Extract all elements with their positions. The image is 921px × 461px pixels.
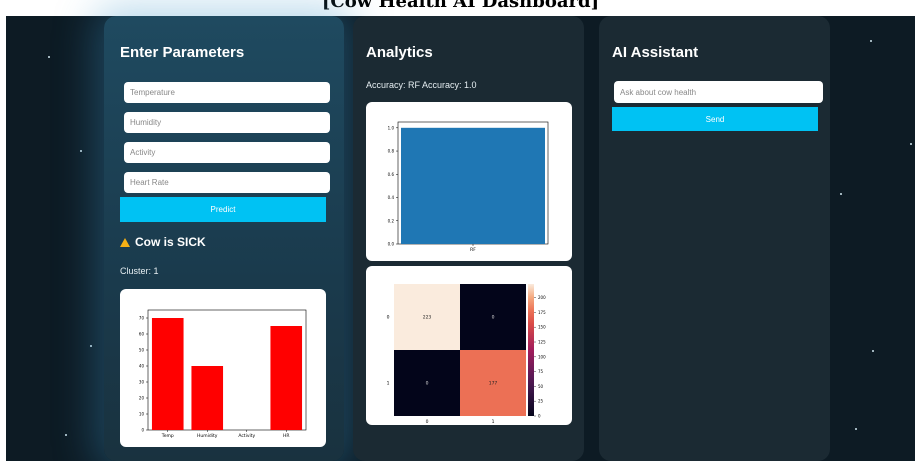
y-tick-label: 0.6 — [388, 172, 395, 177]
parameters-title: Enter Parameters — [120, 44, 245, 61]
x-tick-label: Activity — [238, 433, 255, 439]
colorbar-tick-label: 25 — [538, 399, 544, 404]
assistant-title: AI Assistant — [612, 44, 699, 61]
y-tick-label: 70 — [139, 316, 145, 321]
x-tick-label: RF — [470, 247, 476, 253]
accuracy-label: Accuracy: RF Accuracy: 1.0 — [366, 80, 477, 90]
activity-input[interactable] — [124, 142, 330, 163]
window-title-bar: [Cow Health AI Dashboard] — [0, 0, 921, 16]
bar-humidity — [191, 366, 224, 430]
colorbar — [528, 284, 534, 416]
x-tick-label: 0 — [426, 419, 429, 425]
colorbar-tick-label: 150 — [538, 325, 546, 330]
temperature-input[interactable] — [124, 82, 330, 103]
heart-rate-input[interactable] — [124, 172, 330, 193]
x-tick-label: Humidity — [197, 433, 218, 439]
y-tick-label: 0.0 — [388, 242, 395, 247]
predict-button[interactable]: Predict — [120, 197, 326, 222]
warning-icon — [120, 237, 130, 247]
cluster-label: Cluster: 1 — [120, 266, 159, 276]
send-button[interactable]: Send — [612, 107, 818, 131]
heatmap-cell-label: 0 — [492, 315, 495, 321]
heatmap-cell-label: 177 — [489, 381, 498, 387]
x-tick-label: 1 — [492, 419, 495, 425]
star-decoration — [872, 350, 874, 352]
confusion-matrix-card: 223 0 0 177 0 1 0 1 0 25 50 75 100 125 150 175 200 — [366, 266, 572, 425]
star-decoration — [910, 143, 912, 145]
colorbar-tick-label: 50 — [538, 384, 544, 389]
y-tick-label: 30 — [139, 380, 145, 385]
colorbar-tick-label: 75 — [538, 369, 544, 374]
star-decoration — [80, 150, 82, 152]
confusion-matrix-heatmap: 223 0 0 177 0 1 0 1 0 25 50 75 100 125 150 175 200 — [387, 284, 546, 425]
page-title: [Cow Health AI Dashboard] — [321, 0, 600, 12]
heatmap-cell-label: 223 — [423, 315, 432, 321]
x-tick-label: Temp — [161, 433, 174, 439]
accuracy-bar-chart-card: 0.0 0.2 0.4 0.6 0.8 1.0 RF — [366, 102, 572, 261]
colorbar-tick-label: 175 — [538, 310, 546, 315]
humidity-input[interactable] — [124, 112, 330, 133]
accuracy-bar-chart: 0.0 0.2 0.4 0.6 0.8 1.0 RF — [388, 121, 549, 253]
y-tick-label: 1 — [387, 381, 390, 387]
y-tick-label: 0.4 — [388, 195, 395, 200]
y-tick-label: 40 — [139, 364, 145, 369]
star-decoration — [65, 434, 67, 436]
star-decoration — [840, 193, 842, 195]
colorbar-tick-label: 0 — [538, 414, 541, 419]
x-tick-label: HR — [283, 433, 290, 439]
heatmap-cell-label: 0 — [426, 381, 429, 387]
colorbar-tick-label: 200 — [538, 295, 546, 300]
bar-hr — [270, 326, 303, 430]
frame-border-left — [0, 16, 6, 461]
colorbar-tick-label: 100 — [538, 354, 546, 359]
y-tick-label: 60 — [139, 332, 145, 337]
y-tick-label: 50 — [139, 348, 145, 353]
y-tick-label: 1.0 — [388, 125, 395, 130]
star-decoration — [870, 40, 872, 42]
star-decoration — [855, 428, 857, 430]
colorbar-tick-label: 125 — [538, 340, 546, 345]
star-decoration — [90, 345, 92, 347]
y-tick-label: 0.8 — [388, 149, 395, 154]
y-tick-label: 0.2 — [388, 218, 395, 223]
frame-border-right — [915, 16, 921, 461]
ask-input[interactable] — [614, 81, 823, 103]
parameters-bar-chart: 0 10 20 30 40 50 60 70 Temp Humidity Activity HR — [139, 309, 307, 439]
y-tick-label: 0 — [141, 428, 144, 433]
analytics-title: Analytics — [366, 44, 433, 61]
status-text: Cow is SICK — [135, 235, 206, 249]
star-decoration — [48, 56, 50, 58]
y-tick-label: 0 — [387, 315, 390, 321]
prediction-status: Cow is SICK — [120, 235, 206, 249]
bar-rf — [401, 127, 545, 244]
bar-temp — [151, 318, 184, 430]
y-tick-label: 20 — [139, 396, 145, 401]
y-tick-label: 10 — [139, 412, 145, 417]
parameters-bar-chart-card: 0 10 20 30 40 50 60 70 Temp Humidity Activity HR — [120, 289, 326, 447]
